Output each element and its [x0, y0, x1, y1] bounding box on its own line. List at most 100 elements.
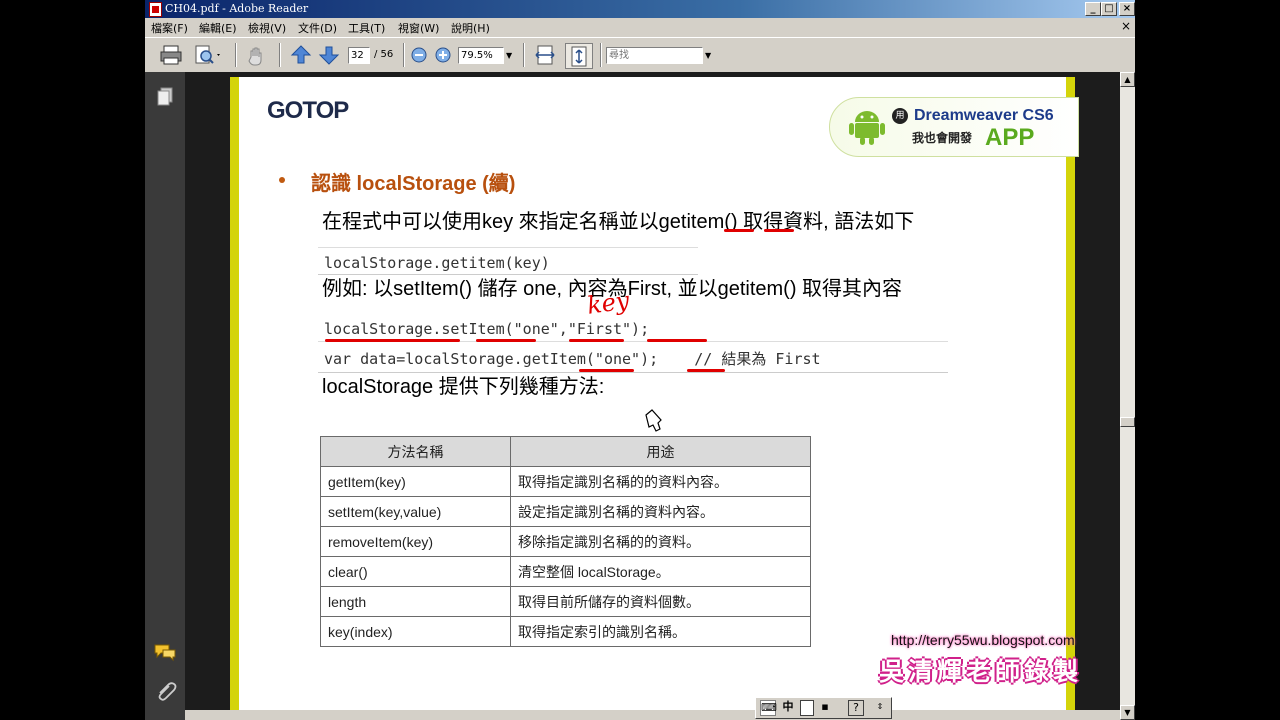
table-cell: 移除指定識別名稱的的資料。: [510, 526, 811, 557]
table-cell: setItem(key,value): [320, 496, 511, 527]
minimize-button[interactable]: _: [1085, 2, 1101, 16]
table-row: removeItem(key) 移除指定識別名稱的的資料。: [320, 526, 811, 557]
table-row: key(index) 取得指定索引的識別名稱。: [320, 616, 811, 647]
scroll-thumb[interactable]: [1120, 417, 1135, 427]
table-cell: 取得指定索引的識別名稱。: [510, 616, 811, 647]
table-cell: 清空整個 localStorage。: [510, 556, 811, 587]
zoom-out-icon[interactable]: [409, 43, 429, 67]
table-cell: length: [320, 586, 511, 617]
table-row: setItem(key,value) 設定指定識別名稱的資料內容。: [320, 496, 811, 527]
print-icon[interactable]: [159, 43, 183, 67]
bullet: [279, 177, 285, 183]
ime-options-chevron-icon[interactable]: ⇕: [874, 700, 886, 714]
fit-width-icon[interactable]: [533, 43, 557, 67]
keyboard-icon[interactable]: ⌨: [760, 700, 777, 716]
document-area[interactable]: GOTOP 用 Dreamweaver CS6 我也會開發 APP 認識 loc…: [185, 72, 1120, 710]
table-cell: removeItem(key): [320, 526, 511, 557]
chevron-down-icon[interactable]: ▼: [705, 51, 711, 60]
annotation-underline: [579, 369, 634, 372]
badge-title: Dreamweaver CS6: [914, 107, 1054, 125]
zoom-in-icon[interactable]: [433, 43, 453, 67]
code-syntax: localStorage.getitem(key): [318, 247, 698, 275]
pdf-icon: [149, 2, 162, 17]
table-header: 用途: [510, 436, 811, 467]
chevron-down-icon[interactable]: ▼: [506, 51, 512, 60]
toolbar-separator: [600, 43, 602, 67]
page-number-input[interactable]: 32: [348, 47, 370, 64]
annotation-underline: [764, 229, 794, 232]
search-icon[interactable]: [193, 43, 223, 67]
table-row: getItem(key) 取得指定識別名稱的的資料內容。: [320, 466, 811, 497]
find-input[interactable]: [606, 47, 703, 64]
badge-version: CS6: [1022, 107, 1054, 124]
annotation-underline: [647, 339, 707, 342]
punctuation-toggle[interactable]: ▪: [818, 700, 832, 714]
fullwidth-toggle[interactable]: [800, 700, 814, 716]
comment-icon[interactable]: [153, 642, 177, 662]
toolbar-separator: [279, 43, 281, 67]
badge-title-text: Dreamweaver: [914, 107, 1019, 124]
scroll-down-button[interactable]: ▼: [1120, 705, 1135, 720]
annotation-underline: [476, 339, 536, 342]
gotop-logo: GOTOP: [267, 97, 349, 124]
handwritten-key-annotation: key: [585, 286, 632, 320]
maximize-button[interactable]: □: [1101, 2, 1117, 16]
menu-window[interactable]: 視窗(W): [398, 20, 439, 36]
book-badge: 用 Dreamweaver CS6 我也會開發 APP: [829, 97, 1079, 157]
ime-help-button[interactable]: ?: [848, 700, 864, 716]
close-button[interactable]: ×: [1119, 2, 1135, 16]
table-row: clear() 清空整個 localStorage。: [320, 556, 811, 587]
badge-prefix: 用: [892, 108, 908, 124]
navigation-pane: [145, 72, 185, 720]
android-icon: [849, 111, 885, 145]
toolbar-separator: [235, 43, 237, 67]
down-arrow-icon[interactable]: [317, 43, 341, 67]
annotation-underline: [569, 339, 624, 342]
toolbar-separator: [403, 43, 405, 67]
table-header-row: 方法名稱 用途: [320, 436, 811, 467]
table-row: length 取得目前所儲存的資料個數。: [320, 586, 811, 617]
table-cell: clear(): [320, 556, 511, 587]
pages-icon[interactable]: [155, 86, 175, 108]
ime-mode-toggle[interactable]: 中: [780, 700, 796, 714]
title-bar: CH04.pdf - Adobe Reader _ □ ×: [145, 0, 1135, 18]
menu-view[interactable]: 檢視(V): [248, 20, 286, 36]
annotation-underline: [325, 339, 460, 342]
slide-heading: 認識 localStorage (續): [311, 173, 516, 195]
window-title: CH04.pdf - Adobe Reader: [165, 2, 309, 15]
paperclip-icon[interactable]: [153, 680, 177, 704]
menu-tools[interactable]: 工具(T): [348, 20, 385, 36]
adobe-reader-window: CH04.pdf - Adobe Reader _ □ × 檔案(F) 編輯(E…: [145, 0, 1135, 720]
fit-page-icon[interactable]: [565, 43, 593, 69]
menu-file[interactable]: 檔案(F): [151, 20, 188, 36]
badge-app: APP: [985, 124, 1035, 151]
cursor-icon: [645, 409, 662, 432]
zoom-level-select[interactable]: 79.5%: [458, 47, 504, 64]
watermark-teacher: 吳清輝老師錄製: [879, 657, 1083, 686]
ime-bar: ⌨ 中 ▪ ? ⇕: [755, 697, 892, 719]
annotation-underline: [724, 229, 754, 232]
menu-bar: 檔案(F) 編輯(E) 檢視(V) 文件(D) 工具(T) 視窗(W) 說明(H…: [145, 18, 1135, 36]
scroll-up-button[interactable]: ▲: [1120, 72, 1135, 87]
table-cell: key(index): [320, 616, 511, 647]
menu-help[interactable]: 說明(H): [451, 20, 490, 36]
up-arrow-icon[interactable]: [289, 43, 313, 67]
table-cell: 取得目前所儲存的資料個數。: [510, 586, 811, 617]
menu-edit[interactable]: 編輯(E): [199, 20, 237, 36]
toolbar: 32 / 56 79.5% ▼ ▼: [145, 37, 1135, 73]
badge-subtitle: 我也會開發: [912, 131, 973, 145]
pdf-page: GOTOP 用 Dreamweaver CS6 我也會開發 APP 認識 loc…: [230, 77, 1079, 710]
page-total: / 56: [374, 49, 394, 60]
table-cell: 取得指定識別名稱的的資料內容。: [510, 466, 811, 497]
table-header: 方法名稱: [320, 436, 511, 467]
hand-icon[interactable]: [245, 43, 269, 67]
methods-table: 方法名稱 用途 getItem(key) 取得指定識別名稱的的資料內容。 set…: [320, 436, 811, 647]
vertical-scrollbar[interactable]: ▲ ▼: [1120, 72, 1135, 720]
document-close-button[interactable]: ×: [1121, 19, 1131, 33]
blog-url: http://terry55wu.blogspot.com: [891, 632, 1075, 648]
menu-document[interactable]: 文件(D): [298, 20, 337, 36]
table-cell: 設定指定識別名稱的資料內容。: [510, 496, 811, 527]
toolbar-separator: [523, 43, 525, 67]
code-setitem: localStorage.setItem("one","First");: [318, 314, 938, 342]
table-cell: getItem(key): [320, 466, 511, 497]
